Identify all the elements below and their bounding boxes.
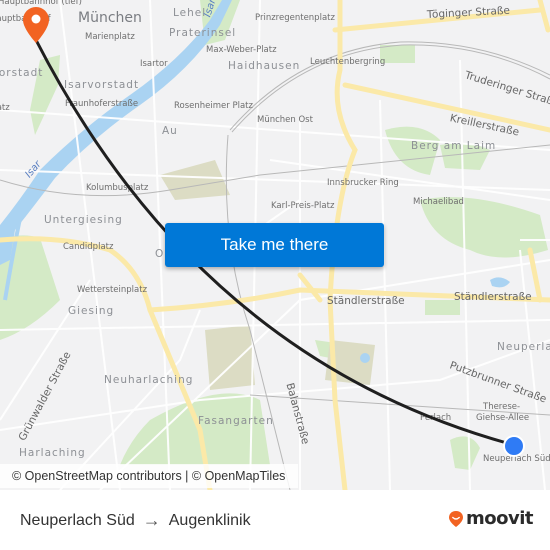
route-summary: Neuperlach Süd → Augenklinik [20, 510, 251, 531]
route-origin: Neuperlach Süd [20, 511, 135, 529]
take-me-there-button[interactable]: Take me there [165, 223, 384, 267]
moovit-pin-icon [449, 510, 463, 527]
map-view[interactable]: Hauptbahnhof (tief) Hauptbahnhof München… [0, 0, 550, 490]
map-attribution[interactable]: © OpenStreetMap contributors | © OpenMap… [0, 464, 298, 488]
moovit-wordmark: moovit [466, 508, 534, 529]
arrow-right-icon: → [142, 510, 161, 530]
destination-pin-icon[interactable] [22, 6, 50, 44]
route-destination: Augenklinik [168, 511, 251, 529]
origin-location-dot[interactable] [503, 435, 525, 457]
moovit-logo[interactable]: moovit [448, 508, 534, 529]
